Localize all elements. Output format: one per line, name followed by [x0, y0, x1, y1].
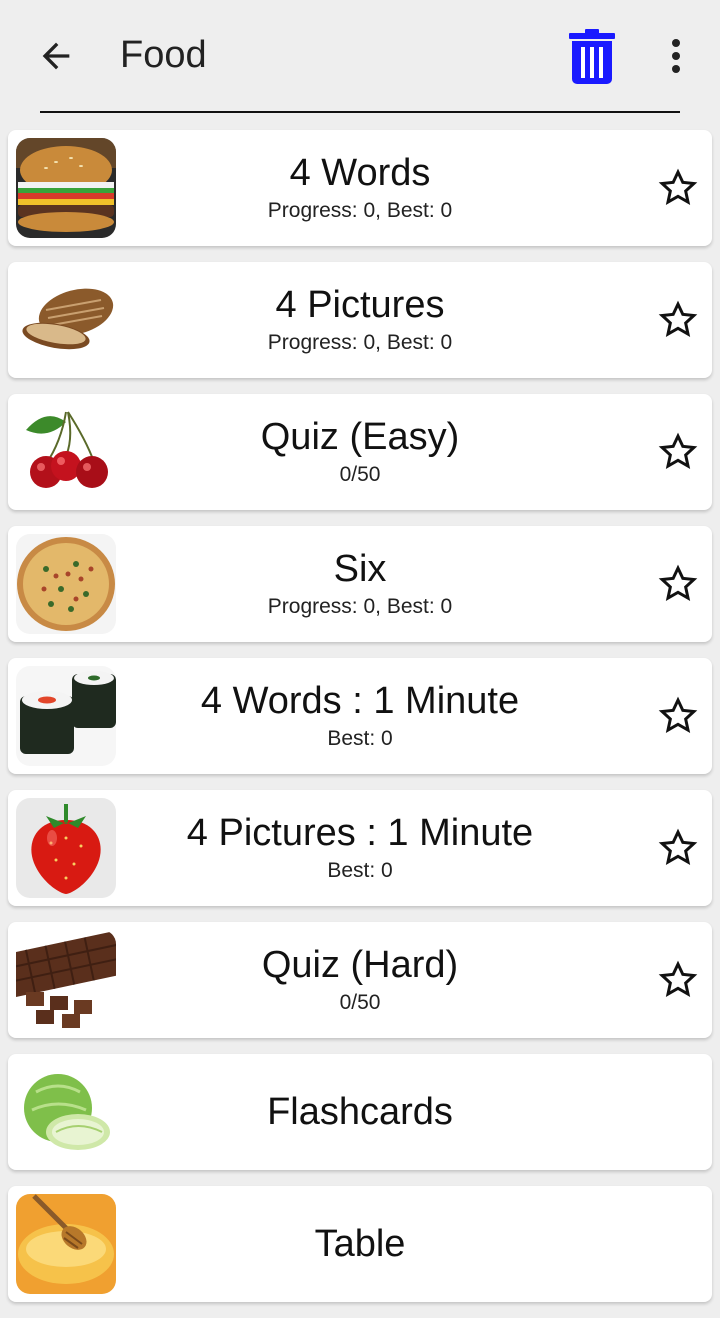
favorite-star-button[interactable]: [656, 298, 700, 342]
item-subtitle: Progress: 0, Best: 0: [267, 595, 453, 618]
strawberry-image: [16, 798, 116, 898]
list-item-text: 4 Pictures : 1 Minute Best: 0: [128, 790, 592, 906]
star-outline-icon: [658, 828, 698, 865]
app-bar: Food: [0, 0, 720, 114]
item-title: Six: [333, 548, 387, 590]
item-title: 4 Words : 1 Minute: [200, 680, 520, 722]
favorite-star-button[interactable]: [656, 430, 700, 474]
favorite-star-button[interactable]: [656, 562, 700, 606]
header-divider: [40, 111, 680, 113]
overflow-menu-button[interactable]: [656, 30, 696, 82]
item-title: Flashcards: [267, 1091, 453, 1133]
list-item-text: Six Progress: 0, Best: 0: [128, 526, 592, 642]
bread-image: [16, 270, 116, 370]
sushi-image: [16, 666, 116, 766]
list-item-text: Quiz (Hard) 0/50: [128, 922, 592, 1038]
list-item-text: Quiz (Easy) 0/50: [128, 394, 592, 510]
delete-button[interactable]: [564, 26, 620, 86]
list-item-text: Table: [128, 1186, 592, 1302]
trash-icon: [569, 29, 615, 84]
cabbage-image: [16, 1062, 116, 1162]
chocolate-image: [16, 930, 116, 1030]
more-vertical-icon: [672, 39, 680, 73]
favorite-star-button[interactable]: [656, 958, 700, 1002]
arrow-left-icon: [42, 42, 70, 70]
star-outline-icon: [658, 168, 698, 205]
favorite-star-button[interactable]: [656, 166, 700, 210]
back-button[interactable]: [30, 30, 82, 82]
pizza-image: [16, 534, 116, 634]
item-subtitle: Progress: 0, Best: 0: [267, 331, 453, 354]
burger-image: [16, 138, 116, 238]
list-item-text: 4 Pictures Progress: 0, Best: 0: [128, 262, 592, 378]
list-item-quiz-easy[interactable]: Quiz (Easy) 0/50: [8, 394, 712, 510]
list-item-4-pictures-1-minute[interactable]: 4 Pictures : 1 Minute Best: 0: [8, 790, 712, 906]
list-item-quiz-hard[interactable]: Quiz (Hard) 0/50: [8, 922, 712, 1038]
favorite-star-button[interactable]: [656, 826, 700, 870]
honey-image: [16, 1194, 116, 1294]
item-title: 4 Words: [289, 152, 431, 194]
list-item-text: Flashcards: [128, 1054, 592, 1170]
item-title: Table: [314, 1223, 406, 1265]
list-item-4-words[interactable]: 4 Words Progress: 0, Best: 0: [8, 130, 712, 246]
list-item-flashcards[interactable]: Flashcards: [8, 1054, 712, 1170]
star-outline-icon: [658, 300, 698, 337]
list-item-table[interactable]: Table: [8, 1186, 712, 1302]
item-title: Quiz (Easy): [260, 416, 460, 458]
item-title: 4 Pictures: [275, 284, 445, 326]
page-title: Food: [120, 34, 207, 76]
cherries-image: [16, 402, 116, 502]
item-subtitle: 0/50: [339, 991, 381, 1014]
list-item-4-pictures[interactable]: 4 Pictures Progress: 0, Best: 0: [8, 262, 712, 378]
item-title: Quiz (Hard): [261, 944, 459, 986]
list-item-six[interactable]: Six Progress: 0, Best: 0: [8, 526, 712, 642]
item-subtitle: Best: 0: [327, 859, 393, 882]
star-outline-icon: [658, 696, 698, 733]
favorite-star-button[interactable]: [656, 694, 700, 738]
mode-list: 4 Words Progress: 0, Best: 0 4 Pictures …: [0, 130, 720, 1318]
list-item-text: 4 Words Progress: 0, Best: 0: [128, 130, 592, 246]
item-subtitle: 0/50: [339, 463, 381, 486]
item-title: 4 Pictures : 1 Minute: [186, 812, 534, 854]
star-outline-icon: [658, 432, 698, 469]
list-item-text: 4 Words : 1 Minute Best: 0: [128, 658, 592, 774]
list-item-4-words-1-minute[interactable]: 4 Words : 1 Minute Best: 0: [8, 658, 712, 774]
star-outline-icon: [658, 564, 698, 601]
item-subtitle: Progress: 0, Best: 0: [267, 199, 453, 222]
item-subtitle: Best: 0: [327, 727, 393, 750]
star-outline-icon: [658, 960, 698, 997]
